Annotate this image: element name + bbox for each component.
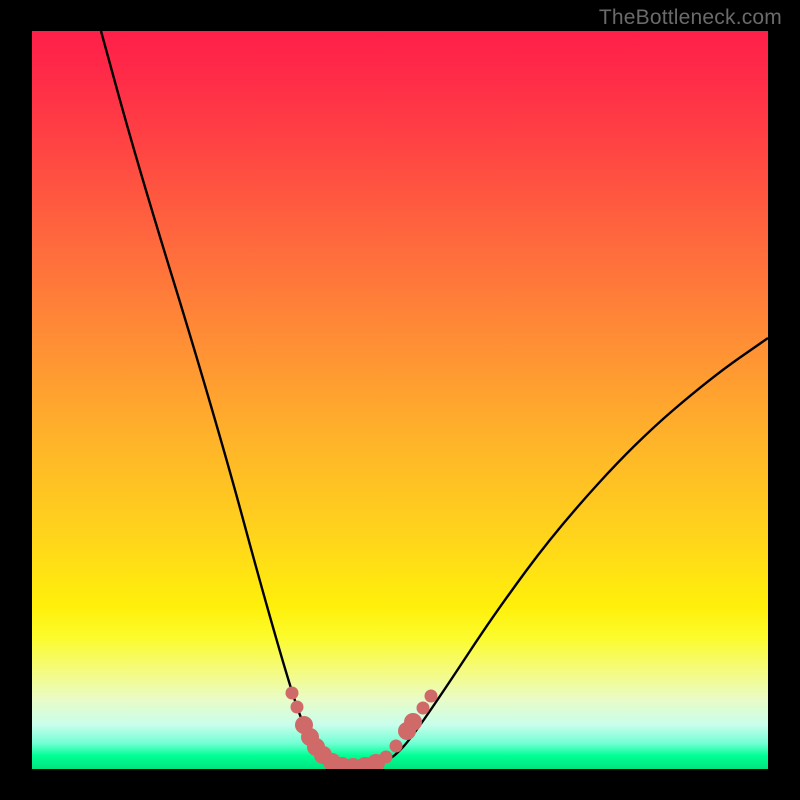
curve-group: [101, 31, 768, 769]
marker-group: [286, 687, 438, 770]
highlight-dot: [417, 702, 430, 715]
highlight-dot: [286, 687, 299, 700]
highlight-dot: [390, 740, 403, 753]
chart-frame: [32, 31, 768, 769]
highlight-dot: [425, 690, 438, 703]
left-curve: [101, 31, 352, 769]
highlight-dot: [404, 713, 422, 731]
watermark-text: TheBottleneck.com: [599, 6, 782, 30]
right-curve: [352, 338, 768, 769]
highlight-dot: [291, 701, 304, 714]
chart-svg: [32, 31, 768, 769]
highlight-dot: [380, 751, 393, 764]
